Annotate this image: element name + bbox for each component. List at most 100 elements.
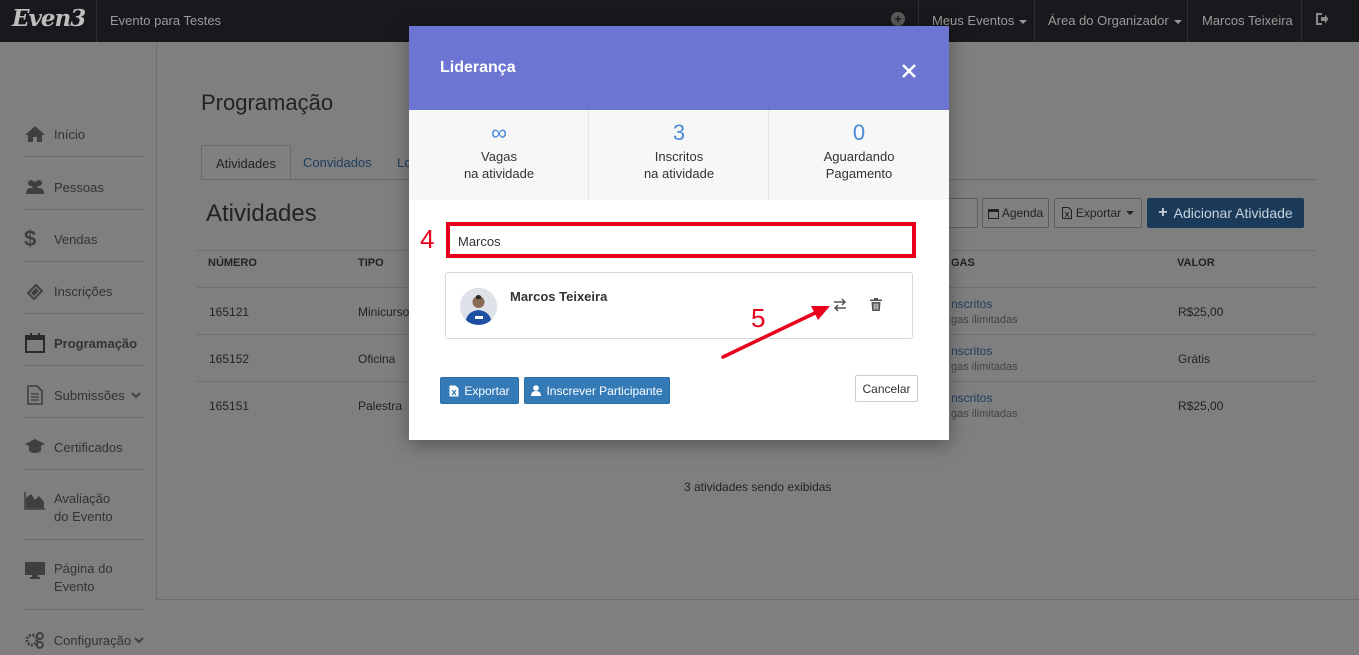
sidebar-item-inicio[interactable]: Início [24, 124, 144, 144]
sidebar-item-pagina-evento[interactable]: Página do Evento [24, 560, 144, 596]
tab-atividades[interactable]: Atividades [201, 145, 291, 180]
gears-icon [25, 632, 44, 649]
sidebar-item-configuracao[interactable]: Configuração [24, 630, 144, 650]
close-icon[interactable] [902, 64, 916, 78]
even3-logo[interactable]: Even3 [12, 5, 86, 32]
table-cell-valor: R$25,00 [1178, 305, 1224, 319]
label-line: Evento [54, 579, 95, 594]
activity-search-input[interactable] [948, 198, 978, 228]
inscritos-link[interactable]: nscritos [951, 297, 992, 311]
caret-down-icon [1019, 19, 1028, 24]
column-header-valor[interactable]: VALOR [1177, 257, 1215, 269]
user-icon [531, 385, 542, 396]
button-label: Adicionar Atividade [1173, 205, 1293, 221]
section-title: Atividades [206, 200, 317, 227]
divider [24, 313, 144, 314]
sidebar-item-label: Certificados [54, 439, 123, 455]
table-cell-numero: 165121 [209, 305, 250, 319]
stat-label: Vagas na atividade [409, 148, 589, 182]
event-name[interactable]: Evento para Testes [110, 13, 221, 28]
label-line: Avaliação [54, 491, 111, 506]
table-cell-valor: Grátis [1178, 352, 1211, 366]
graduation-cap-icon [25, 439, 45, 453]
stat-value: ∞ [491, 120, 507, 145]
calendar-icon [987, 208, 999, 219]
sidebar-item-vendas[interactable]: $ Vendas [24, 226, 144, 251]
sidebar-item-submissoes[interactable]: Submissões [24, 385, 144, 405]
button-label: Agenda [1001, 206, 1044, 220]
monitor-icon [25, 562, 45, 579]
stat-label: Aguardando Pagamento [769, 148, 949, 182]
user-photo-icon [460, 288, 497, 325]
sidebar-item-programacao[interactable]: Programação [24, 333, 144, 353]
sidebar-item-avaliacao[interactable]: Avaliação do Evento [24, 490, 144, 526]
divider [24, 609, 144, 610]
sidebar-item-label: Início [54, 126, 86, 142]
swap-icon[interactable] [832, 298, 848, 312]
export-participants-button[interactable]: Exportar [440, 377, 519, 404]
inscritos-link[interactable]: nscritos [951, 391, 992, 405]
sidebar-item-label: Vendas [54, 231, 98, 247]
dollar-icon: $ [24, 226, 37, 251]
button-label: Exportar [464, 383, 510, 398]
modal-header: Liderança [409, 26, 949, 110]
agenda-button[interactable]: Agenda [982, 198, 1049, 228]
nav-label: Área do Organizador [1048, 13, 1169, 28]
sidebar-item-label: Programação [54, 335, 138, 351]
users-icon [26, 180, 44, 194]
divider [1301, 0, 1302, 42]
page-title: Programação [201, 90, 334, 115]
sidebar-item-label: Configuração [53, 632, 132, 648]
vagas-subtext: gas ilimitadas [951, 408, 1018, 420]
stat-value: 0 [852, 120, 866, 145]
column-header-numero[interactable]: NÚMERO [208, 257, 257, 269]
table-cell-numero: 165152 [209, 352, 250, 366]
tab-convidados[interactable]: Convidados [289, 145, 386, 180]
trash-icon[interactable] [870, 298, 882, 311]
participant-card: Marcos Teixeira [445, 272, 913, 339]
stat-value: 3 [672, 120, 686, 145]
stat-vagas: ∞ Vagas na atividade [409, 110, 589, 200]
logout-icon[interactable] [1315, 12, 1329, 26]
cancel-button[interactable]: Cancelar [855, 375, 918, 402]
divider [24, 417, 144, 418]
exportar-dropdown-button[interactable]: Exportar [1054, 198, 1142, 228]
add-circle-icon[interactable]: + [891, 12, 905, 26]
sidebar-item-pessoas[interactable]: Pessoas [24, 177, 144, 197]
divider [24, 156, 144, 157]
annotation-step-4: 4 [420, 224, 435, 254]
column-header-vagas[interactable]: GAS [951, 257, 975, 269]
vagas-subtext: gas ilimitadas [951, 361, 1018, 373]
area-chart-icon [24, 492, 45, 510]
button-label: Inscrever Participante [546, 383, 663, 398]
nav-user-name[interactable]: Marcos Teixeira [1202, 13, 1293, 28]
stat-label-line: na atividade [463, 166, 535, 181]
caret-down-icon [1173, 19, 1182, 24]
table-cell-numero: 165151 [209, 399, 250, 413]
nav-area-organizador[interactable]: Área do Organizador [1048, 13, 1182, 28]
enroll-participant-button[interactable]: Inscrever Participante [524, 377, 670, 404]
caret-down-icon [1126, 211, 1135, 215]
label-line: do Evento [54, 509, 113, 524]
table-cell-tipo: Oficina [358, 352, 396, 366]
participant-search-input[interactable] [458, 232, 898, 250]
column-header-tipo[interactable]: TIPO [358, 257, 384, 269]
ticket-icon [26, 283, 44, 301]
excel-file-icon [449, 385, 459, 396]
add-activity-button[interactable]: + Adicionar Atividade [1147, 198, 1304, 228]
button-label: Exportar [1075, 206, 1122, 220]
chevron-down-icon [134, 636, 144, 643]
chevron-down-icon [131, 391, 141, 398]
avatar [460, 288, 497, 325]
stat-label: Inscritos na atividade [589, 148, 769, 182]
label-line: Página do [54, 561, 113, 576]
inscritos-link[interactable]: nscritos [951, 344, 992, 358]
table-cell-valor: R$25,00 [1178, 399, 1224, 413]
sidebar-item-inscricoes[interactable]: Inscrições [24, 281, 144, 301]
document-icon [27, 385, 43, 405]
excel-file-icon [1061, 207, 1072, 219]
sidebar-item-certificados[interactable]: Certificados [24, 437, 144, 457]
page-bottom [156, 599, 1359, 655]
table-footer-count: 3 atividades sendo exibidas [684, 480, 832, 494]
annotation-step-5: 5 [751, 303, 766, 333]
